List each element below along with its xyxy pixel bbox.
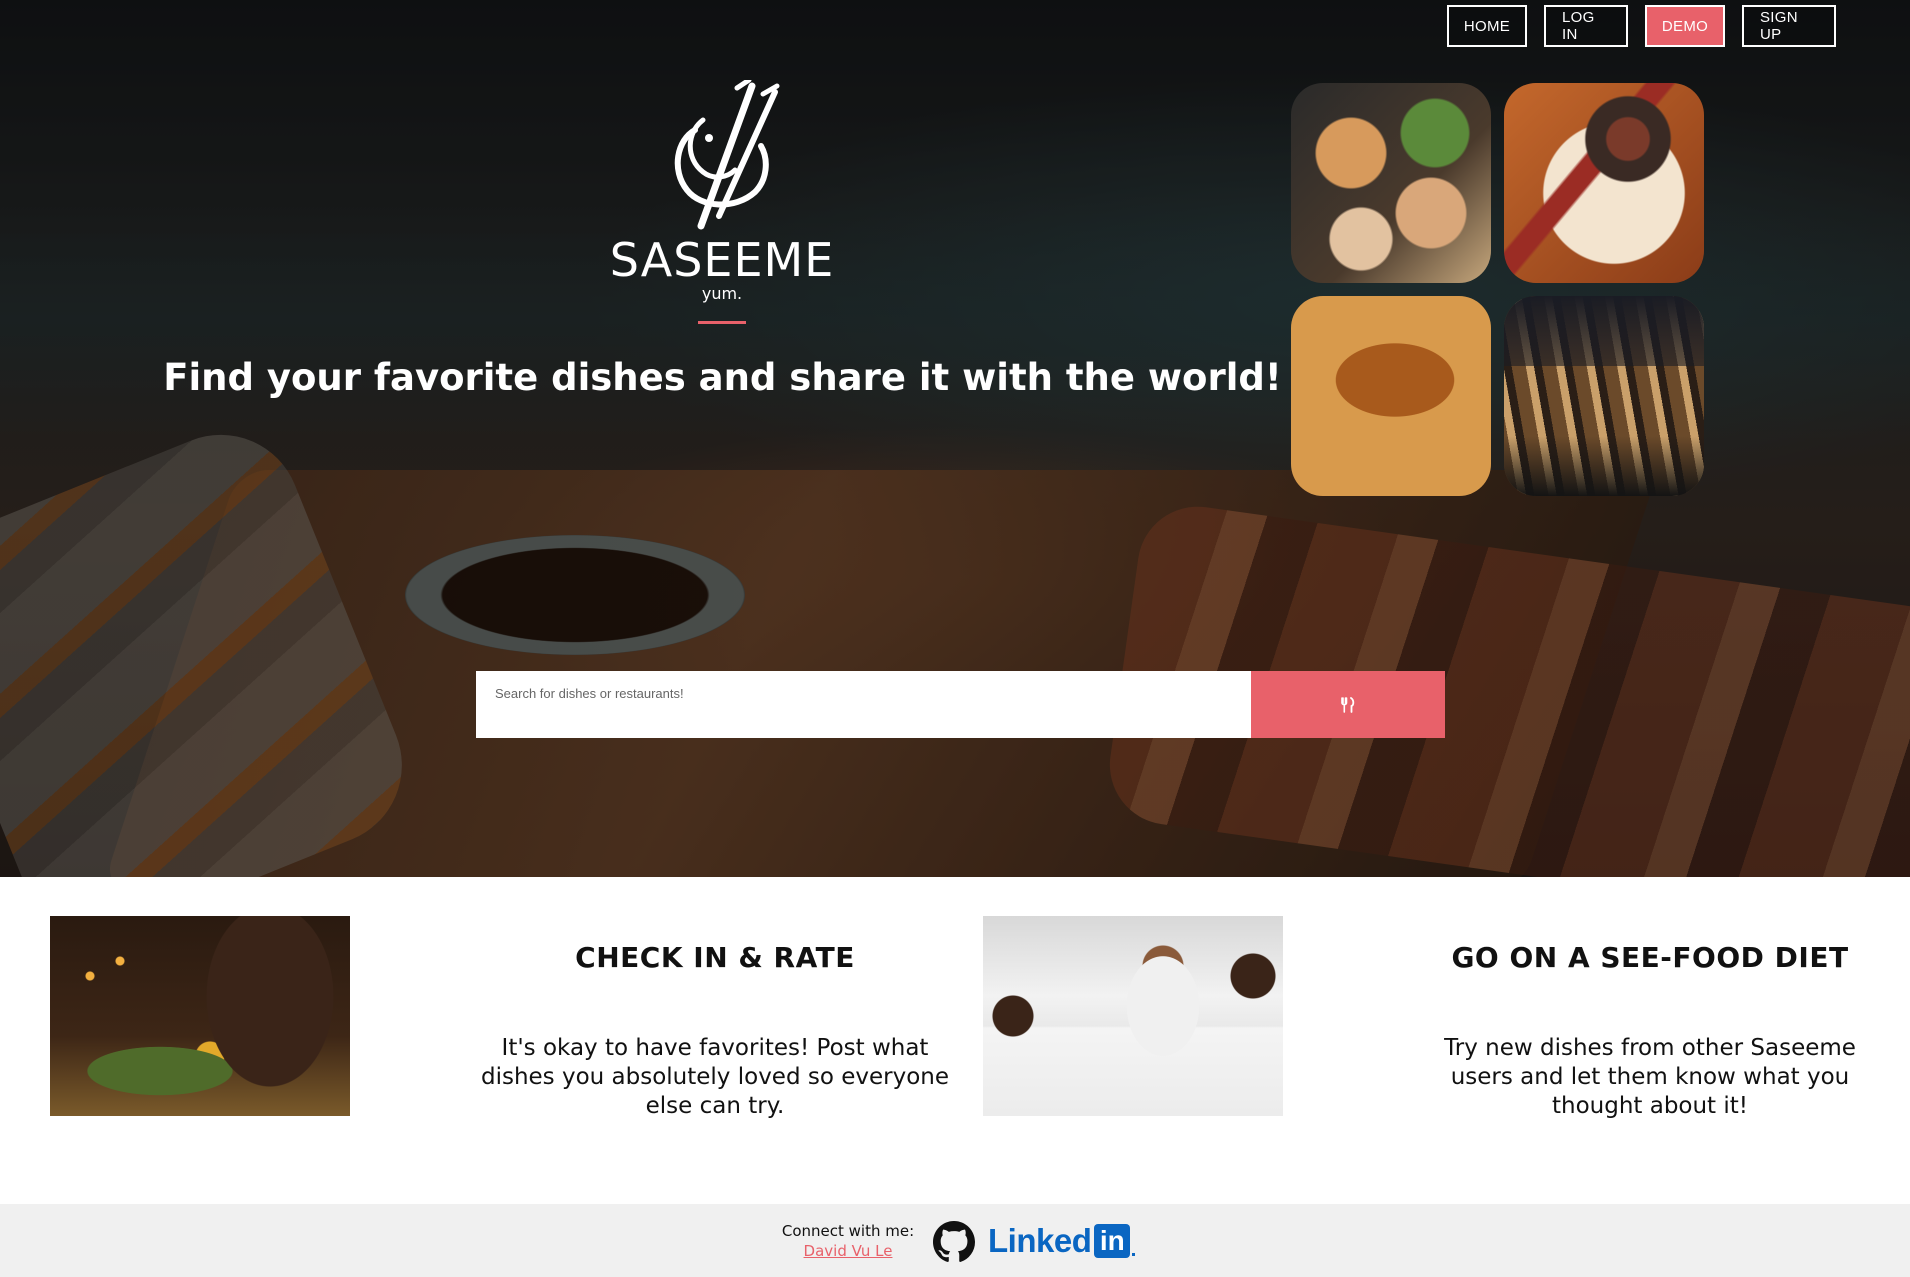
hero-headline: Find your favorite dishes and share it w… xyxy=(163,356,1282,399)
sausage-plate-image xyxy=(1504,83,1704,283)
search-bar xyxy=(476,671,1445,738)
author-link[interactable]: David Vu Le xyxy=(760,1242,936,1260)
feature-title-checkin: CHECK IN & RATE xyxy=(575,941,855,974)
fork-knife-icon xyxy=(1341,696,1355,713)
linkedin-wordmark: Linked xyxy=(988,1222,1092,1259)
github-icon[interactable] xyxy=(933,1221,975,1263)
feature-description-seefood: Try new dishes from other Saseeme users … xyxy=(1444,1035,1856,1119)
search-input[interactable] xyxy=(476,671,1251,738)
linkedin-icon: in xyxy=(1094,1224,1131,1258)
hero-section: HOME LOG IN DEMO SIGN UP SASEEME yum. Fi… xyxy=(0,0,1910,877)
oyster-dish-image xyxy=(1291,83,1491,283)
family-dinner-image xyxy=(983,916,1283,1116)
top-nav: HOME LOG IN DEMO SIGN UP xyxy=(1447,5,1836,47)
feature-description-checkin: It's okay to have favorites! Post what d… xyxy=(480,1035,950,1119)
demo-button[interactable]: DEMO xyxy=(1645,5,1725,47)
search-button[interactable] xyxy=(1251,671,1445,738)
brand-name: SASEEME xyxy=(609,233,835,287)
chopsticks-fish-logo-icon xyxy=(674,80,780,230)
feature-title-seefood: GO ON A SEE-FOOD DIET xyxy=(1451,941,1849,974)
brand-divider xyxy=(698,321,746,324)
linkedin-logo[interactable]: Linked in xyxy=(988,1222,1136,1260)
linkedin-dot xyxy=(1132,1252,1136,1256)
connect-block: Connect with me: David Vu Le xyxy=(760,1222,936,1260)
login-button[interactable]: LOG IN xyxy=(1544,5,1628,47)
footer: Connect with me: David Vu Le Linked in xyxy=(0,1204,1910,1277)
home-button[interactable]: HOME xyxy=(1447,5,1527,47)
connect-label: Connect with me: xyxy=(781,1222,915,1240)
woman-dining-image xyxy=(50,916,350,1116)
signup-button[interactable]: SIGN UP xyxy=(1742,5,1836,47)
pastry-platter-image xyxy=(1504,296,1704,496)
creme-brulee-image xyxy=(1291,296,1491,496)
brand-block: SASEEME yum. xyxy=(592,80,852,324)
